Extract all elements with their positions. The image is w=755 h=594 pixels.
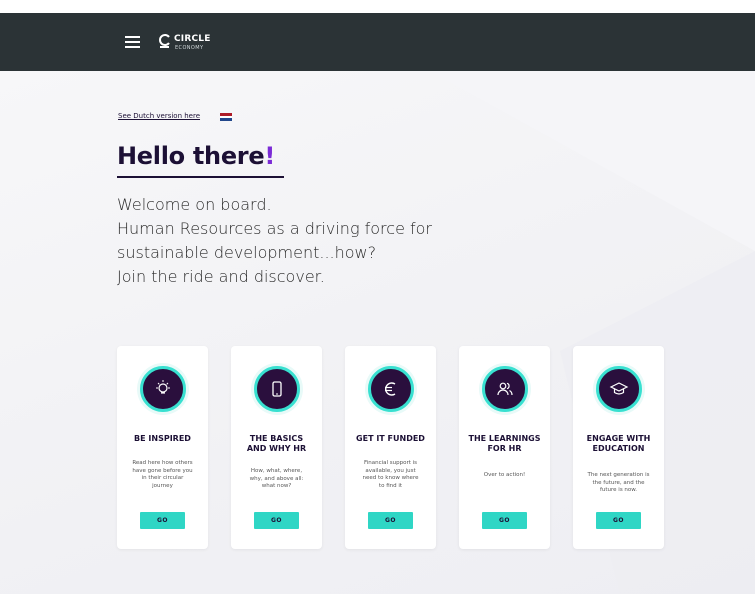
card-title-line: BE INSPIRED (134, 434, 191, 443)
go-button[interactable]: GO (254, 512, 299, 529)
hamburger-menu-icon[interactable] (125, 36, 140, 48)
logo-name: CIRCLE (174, 34, 211, 44)
card-be-inspired: BE INSPIRED Read here how others have go… (117, 346, 208, 549)
card-engage-with-education: ENGAGE WITH EDUCATION The next generatio… (573, 346, 664, 549)
welcome-line: Welcome on board. (117, 195, 272, 214)
go-button[interactable]: GO (368, 512, 413, 529)
card-description: Financial support is available, you just… (362, 460, 419, 489)
card-title: THE LEARNINGS FOR HR (459, 434, 550, 454)
graduation-cap-icon (596, 366, 642, 412)
card-description: How, what, where, why, and above all: wh… (249, 468, 304, 489)
card-title-line: THE LEARNINGS (468, 434, 541, 443)
card-title-line: FOR HR (487, 444, 522, 453)
go-button[interactable]: GO (482, 512, 527, 529)
netherlands-flag-icon[interactable] (220, 113, 232, 122)
welcome-line: Human Resources as a driving force for (117, 219, 432, 238)
card-get-it-funded: GET IT FUNDED Financial support is avail… (345, 346, 436, 549)
card-description: Over to action! (483, 472, 526, 478)
card-title-line: ENGAGE WITH (586, 434, 651, 443)
dutch-version-link[interactable]: See Dutch version here (118, 112, 200, 120)
logo-subtitle: ECONOMY (175, 45, 204, 51)
card-description: Read here how others have gone before yo… (132, 460, 193, 489)
page-title-text: Hello there (117, 142, 265, 170)
people-icon (482, 366, 528, 412)
phone-icon (254, 366, 300, 412)
card-title: THE BASICS AND WHY HR (231, 434, 322, 454)
card-description: The next generation is the future, and t… (587, 472, 650, 493)
welcome-line: Join the ride and discover. (117, 267, 325, 286)
card-the-learnings: THE LEARNINGS FOR HR Over to action! GO (459, 346, 550, 549)
card-title: ENGAGE WITH EDUCATION (573, 434, 664, 454)
lightbulb-icon (140, 366, 186, 412)
go-button[interactable]: GO (596, 512, 641, 529)
page-title: Hello there! (117, 142, 275, 170)
logo-mark-icon (159, 34, 170, 48)
go-button[interactable]: GO (140, 512, 185, 529)
card-title-line: GET IT FUNDED (356, 434, 425, 443)
card-title-line: AND WHY HR (246, 444, 307, 453)
card-the-basics: THE BASICS AND WHY HR How, what, where, … (231, 346, 322, 549)
card-title-line: THE BASICS (249, 434, 304, 443)
top-navigation-bar (0, 13, 755, 71)
circle-economy-logo[interactable]: CIRCLE ECONOMY (159, 31, 229, 53)
euro-icon (368, 366, 414, 412)
card-title-line: EDUCATION (592, 444, 645, 453)
title-underline (117, 176, 284, 178)
card-title: BE INSPIRED (117, 434, 208, 444)
card-title: GET IT FUNDED (345, 434, 436, 444)
welcome-text: Welcome on board. Human Resources as a d… (117, 193, 432, 289)
page-title-exclamation: ! (264, 142, 275, 170)
welcome-line: sustainable development...how? (117, 243, 377, 262)
